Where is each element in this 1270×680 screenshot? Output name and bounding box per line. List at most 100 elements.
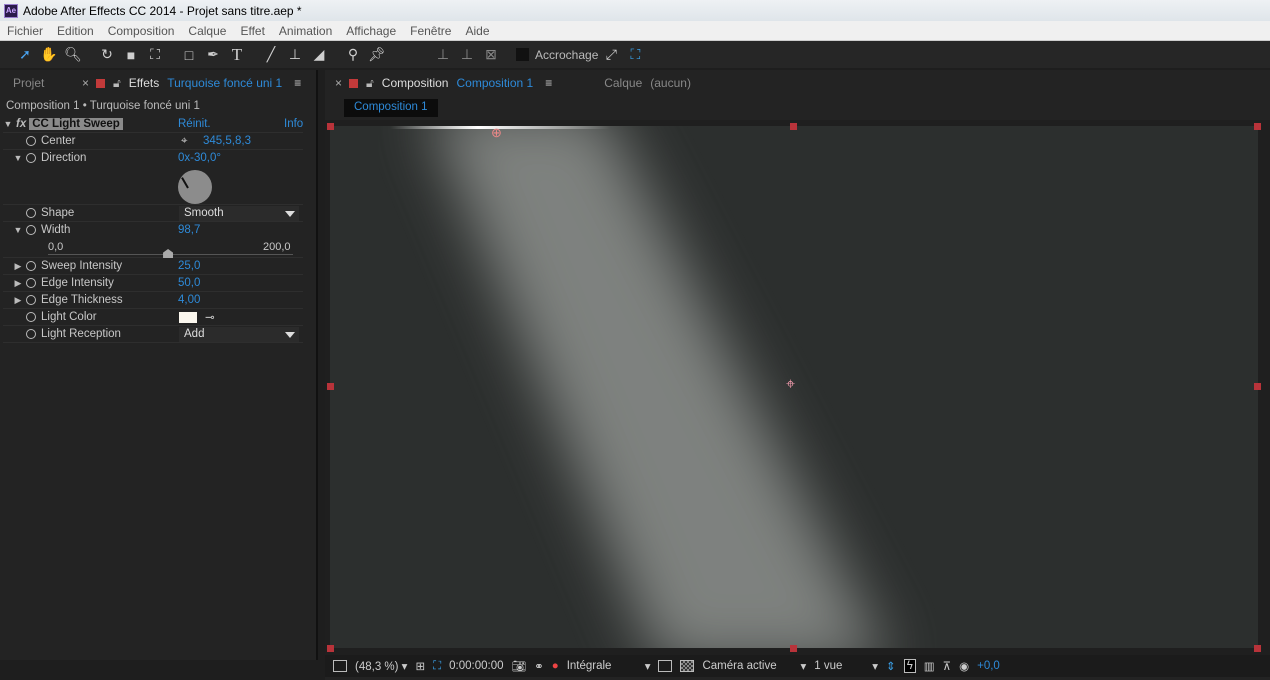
chevron-down-icon[interactable]: ▾	[645, 659, 651, 673]
menu-affichage[interactable]: Affichage	[339, 24, 403, 38]
composition-frame[interactable]: ⊕ ⌖	[330, 126, 1258, 648]
layer-handle[interactable]	[790, 123, 797, 130]
info-link[interactable]: Info	[284, 118, 303, 130]
channels-icon[interactable]: ●	[552, 660, 559, 672]
roto-brush-icon[interactable]: ⚲	[342, 45, 364, 65]
width-slider-thumb[interactable]	[163, 249, 174, 258]
rotate-icon[interactable]: ↻	[96, 45, 118, 65]
menu-calque[interactable]: Calque	[181, 24, 233, 38]
stopwatch-icon[interactable]	[26, 225, 36, 235]
timeline-icon[interactable]: ▥	[924, 659, 935, 673]
menu-fichier[interactable]: Fichier	[0, 24, 50, 38]
hand-icon[interactable]: ✋	[38, 45, 60, 65]
layer-handle[interactable]	[1254, 645, 1261, 652]
layer-handle[interactable]	[1254, 383, 1261, 390]
selection-icon[interactable]: ➚	[14, 45, 36, 65]
transparency-grid-icon[interactable]: ⛶	[433, 660, 441, 673]
checkerboard-icon[interactable]	[680, 660, 695, 672]
puppet-pin-icon[interactable]: 📌︎	[366, 45, 388, 65]
layer-handle[interactable]	[327, 123, 334, 130]
layer-handle[interactable]	[790, 645, 797, 652]
expand-triangle-icon[interactable]: ▼	[3, 119, 13, 129]
layer-handle[interactable]	[327, 645, 334, 652]
zoom-dropdown[interactable]: (48,3 %) ▾	[355, 659, 407, 673]
rectangle-icon[interactable]: □	[178, 45, 200, 65]
tab-projet[interactable]: Projet	[0, 76, 82, 90]
panel-menu-icon[interactable]: ≡	[545, 76, 552, 90]
stopwatch-icon[interactable]	[26, 261, 36, 271]
stopwatch-icon[interactable]	[26, 278, 36, 288]
center-point-icon[interactable]: ⊕	[491, 126, 502, 141]
axis-world-icon[interactable]: ⊥	[456, 45, 478, 65]
comp-name-dropdown[interactable]: Composition 1	[456, 76, 533, 90]
stopwatch-icon[interactable]	[26, 295, 36, 305]
menu-fenetre[interactable]: Fenêtre	[403, 24, 458, 38]
menu-edition[interactable]: Edition	[50, 24, 101, 38]
close-icon[interactable]: ×	[82, 76, 96, 90]
close-icon[interactable]: ×	[335, 76, 349, 90]
edge-thickness-value[interactable]: 4,00	[178, 294, 200, 306]
expand-triangle-icon[interactable]: ▼	[13, 153, 23, 163]
brush-icon[interactable]: ╱	[260, 45, 282, 65]
show-snapshot-icon[interactable]: ⚭	[534, 659, 544, 673]
axis-view-icon[interactable]: ⊠	[480, 45, 502, 65]
sweep-intensity-value[interactable]: 25,0	[178, 260, 200, 272]
effects-target-dropdown[interactable]: Turquoise foncé uni 1	[167, 76, 282, 90]
axis-local-icon[interactable]: ⊥	[432, 45, 454, 65]
preview-toggle-icon[interactable]	[333, 660, 347, 672]
effect-name[interactable]: CC Light Sweep	[29, 118, 123, 130]
pen-icon[interactable]: ✒	[202, 45, 224, 65]
snapshot-icon[interactable]: 📷︎	[512, 659, 527, 673]
clone-stamp-icon[interactable]: ⊥	[284, 45, 306, 65]
camera-icon[interactable]: ■	[120, 45, 142, 65]
resolution-dropdown[interactable]: Intégrale	[567, 660, 637, 672]
tab-calque[interactable]: Calque	[604, 76, 642, 90]
light-color-swatch[interactable]	[179, 311, 197, 323]
menu-effet[interactable]: Effet	[233, 24, 271, 38]
zoom-icon[interactable]: 🔍︎	[62, 45, 84, 65]
pan-behind-icon[interactable]: ⛶	[144, 45, 166, 65]
region-of-interest-icon[interactable]: ⊞	[415, 659, 425, 673]
reset-link[interactable]: Réinit.	[178, 118, 211, 130]
exposure-reset-icon[interactable]: ◉	[959, 659, 969, 673]
text-icon[interactable]: T	[226, 45, 248, 65]
shape-dropdown[interactable]: Smooth	[179, 205, 299, 221]
menu-composition[interactable]: Composition	[101, 24, 182, 38]
chevron-down-icon[interactable]: ▾	[872, 659, 878, 673]
layer-handle[interactable]	[327, 383, 334, 390]
panel-menu-icon[interactable]: ≡	[294, 76, 301, 90]
fx-icon[interactable]: fx	[16, 118, 26, 130]
stopwatch-icon[interactable]	[26, 153, 36, 163]
chevron-down-icon[interactable]: ▾	[800, 659, 806, 673]
stopwatch-icon[interactable]	[26, 208, 36, 218]
timecode[interactable]: 0:00:00:00	[449, 660, 503, 672]
stopwatch-icon[interactable]	[26, 136, 36, 146]
tab-composition[interactable]: Composition	[382, 76, 449, 90]
tab-effets[interactable]: Effets	[129, 76, 159, 90]
flowchart-icon[interactable]: ⊼	[943, 659, 951, 673]
eraser-icon[interactable]: ◢	[308, 45, 330, 65]
layer-handle[interactable]	[1254, 123, 1261, 130]
composition-viewer[interactable]: ⊕ ⌖	[325, 120, 1270, 655]
edge-intensity-value[interactable]: 50,0	[178, 277, 200, 289]
views-dropdown[interactable]: 1 vue	[814, 660, 864, 672]
snap-checkbox[interactable]	[516, 48, 529, 61]
expand-triangle-icon[interactable]: ▼	[13, 225, 23, 235]
menu-animation[interactable]: Animation	[272, 24, 339, 38]
light-reception-dropdown[interactable]: Add	[179, 326, 299, 342]
lock-icon[interactable]: 🔓︎	[113, 76, 121, 91]
width-value[interactable]: 98,7	[178, 224, 200, 236]
center-value[interactable]: 345,5,8,3	[203, 135, 251, 147]
stopwatch-icon[interactable]	[26, 312, 36, 322]
menu-aide[interactable]: Aide	[458, 24, 496, 38]
stopwatch-icon[interactable]	[26, 329, 36, 339]
camera-dropdown[interactable]: Caméra active	[702, 660, 792, 672]
expand-triangle-icon[interactable]: ▶	[13, 278, 23, 289]
crosshair-icon[interactable]: ⌖	[181, 135, 187, 148]
anchor-point-icon[interactable]: ⌖	[786, 376, 795, 394]
snap-options-icon[interactable]: ⤢	[600, 45, 622, 65]
fast-draft-icon[interactable]: ϟ	[903, 659, 916, 673]
expand-triangle-icon[interactable]: ▶	[13, 295, 23, 306]
direction-value[interactable]: 0x-30,0°	[178, 152, 221, 164]
toggle-pixel-aspect-icon[interactable]: ⇕	[886, 659, 896, 673]
